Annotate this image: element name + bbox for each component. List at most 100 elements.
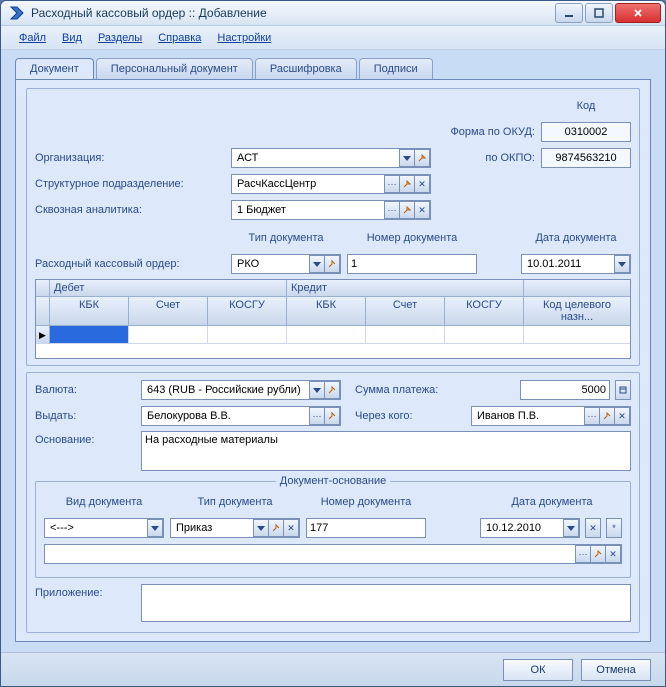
basistype-combo[interactable]: Приказ ✕ [170,518,300,538]
basisdate-field[interactable]: 10.12.2010 [480,518,580,538]
tabstrip: Документ Персональный документ Расшифров… [15,58,651,79]
row-indicator-icon: ▶ [36,326,50,344]
currency-label: Валюта: [35,384,135,396]
clear-icon[interactable]: ✕ [283,519,299,537]
cell-selected[interactable] [50,326,129,344]
docnum-header: Номер документа [347,232,477,244]
header-section: Код Форма по ОКУД: 0310002 Организация: … [26,88,640,366]
menu-help[interactable]: Справка [158,32,201,44]
lookup-icon[interactable] [324,407,340,425]
lookup-icon[interactable] [414,149,430,167]
col-kbk[interactable]: КБК [50,297,129,326]
lookup-icon[interactable] [268,519,284,537]
docdate-header: Дата документа [521,232,631,244]
menu-view[interactable]: Вид [62,32,82,44]
star-icon[interactable]: * [606,518,622,538]
lookup-icon[interactable] [399,175,415,193]
dropdown-icon[interactable] [614,255,630,273]
dropdown-icon[interactable] [399,149,415,167]
menu-settings[interactable]: Настройки [217,32,271,44]
basis-field[interactable]: На расходные материалы [141,431,631,471]
okud-field: 0310002 [541,122,631,142]
lookup-icon[interactable] [324,255,340,273]
close-button[interactable] [615,3,661,23]
window-buttons [555,3,661,23]
paysum-field[interactable]: 5000 [520,380,610,400]
calc-icon[interactable] [615,380,631,400]
col-kosgu[interactable]: КОСГУ [208,297,287,326]
basis-doc-combo[interactable]: ··· ✕ [44,544,622,564]
minimize-button[interactable] [555,3,583,23]
menu-file[interactable]: Файл [19,32,46,44]
paysum-label: Сумма платежа: [355,384,438,396]
basis-group: Документ-основание Вид документа Тип док… [35,475,631,578]
docnum-field[interactable]: 1 [347,254,477,274]
doctype-combo[interactable]: РКО [231,254,341,274]
okpo-label: по ОКПО: [485,152,535,164]
viddoc-combo[interactable]: <---> [44,518,164,538]
ellipsis-icon[interactable]: ··· [384,201,400,219]
col-kbk2[interactable]: КБК [287,297,366,326]
cancel-button[interactable]: Отмена [581,659,651,681]
menubar: Файл Вид Разделы Справка Настройки [1,26,665,50]
through-label: Через кого: [355,410,413,422]
ellipsis-icon[interactable]: ··· [575,545,591,563]
app-icon [9,5,25,21]
lookup-icon[interactable] [599,407,615,425]
lookup-icon[interactable] [399,201,415,219]
org-label: Организация: [35,152,225,164]
col-kosgu2[interactable]: КОСГУ [445,297,524,326]
clear-icon[interactable]: ✕ [414,175,430,193]
document-panel: Код Форма по ОКУД: 0310002 Организация: … [15,79,651,642]
col-target[interactable]: Код целевого назн... [524,297,630,326]
dropdown-icon[interactable] [563,519,579,537]
struct-combo[interactable]: РасчКассЦентр ··· ✕ [231,174,431,194]
tab-personal[interactable]: Персональный документ [96,58,253,79]
basis-legend: Документ-основание [276,475,390,487]
lookup-icon[interactable] [324,381,340,399]
col-account[interactable]: Счет [129,297,208,326]
clear-icon[interactable]: ✕ [605,545,621,563]
docdate-field[interactable]: 10.01.2011 [521,254,631,274]
attach-field[interactable] [141,584,631,622]
maximize-button[interactable] [585,3,613,23]
ellipsis-icon[interactable]: ··· [309,407,325,425]
analytics-combo[interactable]: 1 Бюджет ··· ✕ [231,200,431,220]
tab-signs[interactable]: Подписи [359,58,433,79]
client-area: Документ Персональный документ Расшифров… [1,50,665,652]
accounting-grid[interactable]: Дебет Кредит КБК Счет КОСГУ КБК Счет КОС… [35,279,631,359]
ok-button[interactable]: ОК [503,659,573,681]
code-label: Код [541,100,631,112]
dropdown-icon[interactable] [147,519,163,537]
basisnum-field[interactable]: 177 [306,518,426,538]
currency-combo[interactable]: 643 (RUB - Российские рубли) [141,380,341,400]
issue-combo[interactable]: Белокурова В.В. ··· [141,406,341,426]
app-window: Расходный кассовый ордер :: Добавление Ф… [0,0,666,687]
rko-label: Расходный кассовый ордер: [35,258,225,270]
dropdown-icon[interactable] [309,381,325,399]
through-combo[interactable]: Иванов П.В. ··· ✕ [471,406,631,426]
struct-label: Структурное подразделение: [35,178,225,190]
org-combo[interactable]: АСТ [231,148,431,168]
tab-document[interactable]: Документ [15,58,94,79]
ellipsis-icon[interactable]: ··· [384,175,400,193]
table-row[interactable]: ▶ [36,326,630,344]
lookup-icon[interactable] [590,545,606,563]
clear-date-icon[interactable]: ✕ [585,518,601,538]
basistype-header: Тип документа [170,496,300,508]
clear-icon[interactable]: ✕ [414,201,430,219]
basisdate-header: Дата документа [482,496,622,508]
ellipsis-icon[interactable]: ··· [584,407,600,425]
analytics-label: Сквозная аналитика: [35,204,225,216]
col-account2[interactable]: Счет [366,297,445,326]
dropdown-icon[interactable] [309,255,325,273]
clear-icon[interactable]: ✕ [614,407,630,425]
menu-sections[interactable]: Разделы [98,32,142,44]
tab-decode[interactable]: Расшифровка [255,58,357,79]
debit-header: Дебет [50,280,287,297]
payment-section: Валюта: 643 (RUB - Российские рубли) Сум… [26,372,640,633]
dropdown-icon[interactable] [253,519,269,537]
attach-label: Приложение: [35,584,135,599]
okpo-field: 9874563210 [541,148,631,168]
issue-label: Выдать: [35,410,135,422]
